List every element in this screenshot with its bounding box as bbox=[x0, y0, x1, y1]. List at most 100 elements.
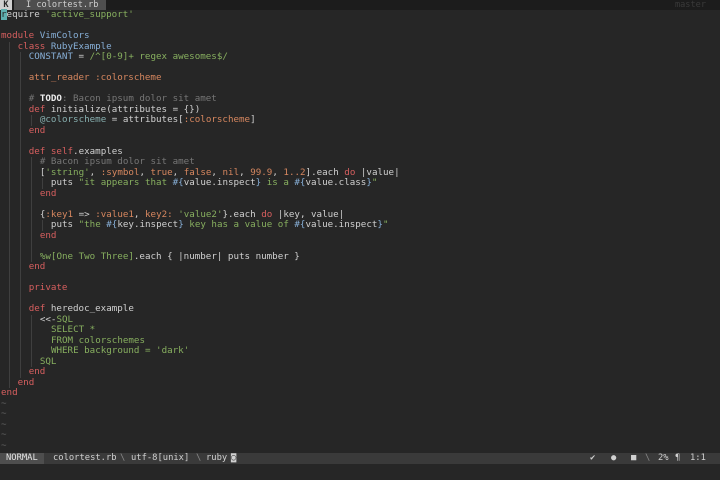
code-token: " bbox=[382, 219, 389, 230]
code-token: /^[0-9]+ regex awesomes$/ bbox=[89, 51, 228, 62]
code-token: , bbox=[211, 166, 223, 178]
status-filetype: ruby bbox=[206, 453, 228, 463]
code-token: ] bbox=[250, 114, 256, 125]
code-token: heredoc_example bbox=[45, 303, 134, 314]
code-token: 'string' bbox=[45, 166, 90, 178]
code-token: WHERE background = 'dark' bbox=[50, 345, 190, 356]
code-token: ~ bbox=[1, 397, 7, 409]
code-token: ].each bbox=[305, 166, 345, 178]
code-token: class bbox=[17, 40, 46, 52]
code-token: SQL bbox=[39, 355, 57, 367]
code-token: 99.9 bbox=[250, 166, 273, 178]
code-token: module bbox=[1, 30, 35, 41]
status-percent: 2% bbox=[658, 453, 669, 463]
code-token: |key, value| bbox=[272, 208, 345, 220]
dot-icon: ● bbox=[611, 453, 617, 463]
code-line: ~ bbox=[1, 440, 7, 452]
cursor-position: 1:1 bbox=[690, 453, 706, 463]
code-token: :value1 bbox=[95, 208, 134, 220]
code-token: value.inspect bbox=[183, 177, 256, 188]
status-separator: \ bbox=[196, 453, 202, 463]
code-token: :symbol bbox=[100, 166, 140, 178]
code-line: end bbox=[34, 187, 57, 200]
code-line: WHERE background = 'dark' bbox=[45, 345, 190, 357]
code-token: , bbox=[133, 208, 145, 220]
branch-label: master bbox=[674, 0, 706, 10]
code-token: end bbox=[39, 229, 57, 241]
code-line: attr_reader :colorscheme bbox=[23, 72, 162, 84]
code-token: def bbox=[28, 303, 46, 314]
code-line: require 'active_support' bbox=[1, 9, 134, 21]
status-separator: \ bbox=[645, 453, 651, 463]
code-token: ~ bbox=[1, 418, 7, 430]
code-token: end bbox=[28, 366, 46, 377]
code-token: SQL bbox=[56, 313, 74, 325]
code-line: end bbox=[23, 261, 46, 273]
code-token: false bbox=[183, 166, 212, 178]
status-filename: colortest.rb bbox=[53, 453, 117, 463]
code-token: " bbox=[371, 177, 378, 188]
code-token: 1..2 bbox=[283, 166, 306, 178]
code-token: TODO bbox=[39, 93, 62, 104]
code-token: nil bbox=[222, 166, 240, 178]
code-token: attr_reader :colorscheme bbox=[28, 72, 162, 83]
status-separator: \ bbox=[120, 453, 126, 463]
code-token: 'value2' bbox=[178, 208, 223, 220]
check-icon: ✔ bbox=[590, 453, 596, 463]
code-token: puts bbox=[45, 177, 79, 188]
code-token: def bbox=[28, 103, 46, 115]
code-token: #{ bbox=[294, 177, 306, 188]
code-token: is a bbox=[261, 177, 295, 188]
code-line: CONSTANT = /^[0-9]+ regex awesomes$/ bbox=[23, 51, 228, 63]
code-token: 'active_support' bbox=[45, 9, 134, 20]
code-token: %w[One Two Three] bbox=[39, 250, 134, 262]
code-token: FROM colorschemes bbox=[50, 334, 145, 346]
code-token: def bbox=[28, 145, 46, 157]
code-token: puts bbox=[45, 219, 79, 230]
code-line: %w[One Two Three].each { |number| puts n… bbox=[34, 250, 300, 263]
code-token: # Bacon ipsum dolor sit amet bbox=[39, 156, 195, 167]
code-token: , bbox=[89, 166, 101, 178]
command-line[interactable] bbox=[0, 464, 720, 480]
code-token: end bbox=[1, 387, 18, 398]
code-line: @colorscheme = attributes[:colorscheme] bbox=[34, 114, 256, 126]
code-token: "it appears that bbox=[78, 177, 173, 188]
code-token: .each { |number| puts number } bbox=[133, 250, 300, 262]
code-token: end bbox=[39, 187, 57, 199]
code-token: = bbox=[73, 51, 90, 62]
code-token: { bbox=[34, 208, 46, 220]
code-token: initialize(attributes = {}) bbox=[45, 103, 201, 115]
code-token: , bbox=[172, 166, 184, 178]
code-token: , bbox=[139, 166, 151, 178]
mode-indicator: NORMAL bbox=[0, 453, 44, 464]
code-token: value.class bbox=[305, 177, 367, 188]
statusline: NORMAL colortest.rb \ utf-8[unix] \ ruby… bbox=[0, 453, 720, 464]
code-token: do bbox=[344, 166, 356, 178]
code-token: value.inspect bbox=[305, 219, 378, 230]
square-icon: ■ bbox=[631, 453, 637, 463]
code-line: private bbox=[23, 282, 68, 294]
code-line: puts "the #{key.inspect} key has a value… bbox=[45, 219, 389, 231]
code-line: puts "it appears that #{value.inspect} i… bbox=[45, 177, 378, 189]
code-token: : Bacon ipsum dolor sit amet bbox=[61, 93, 217, 104]
code-token: :key1 bbox=[45, 208, 74, 220]
code-token: = attributes[ bbox=[106, 114, 184, 125]
code-token: :colorscheme bbox=[183, 114, 251, 125]
code-token: @colorscheme bbox=[39, 114, 107, 125]
code-token: ~ bbox=[1, 429, 7, 440]
code-line: end bbox=[34, 229, 57, 242]
code-token: key.inspect bbox=[117, 219, 179, 230]
code-token: do bbox=[261, 208, 273, 220]
editor-buffer[interactable]: require 'active_support'module VimColors… bbox=[0, 9, 720, 453]
code-token: [ bbox=[34, 166, 46, 178]
code-token: true bbox=[150, 166, 173, 178]
indent-guide bbox=[20, 52, 22, 378]
code-token: VimColors bbox=[39, 30, 90, 41]
code-token: #{ bbox=[294, 219, 306, 230]
code-line: end bbox=[23, 125, 46, 137]
code-token: #{ bbox=[172, 177, 184, 188]
code-token: => bbox=[73, 208, 96, 220]
code-token: # bbox=[28, 93, 40, 104]
indent-guide bbox=[31, 157, 33, 262]
code-token: , bbox=[272, 166, 284, 178]
